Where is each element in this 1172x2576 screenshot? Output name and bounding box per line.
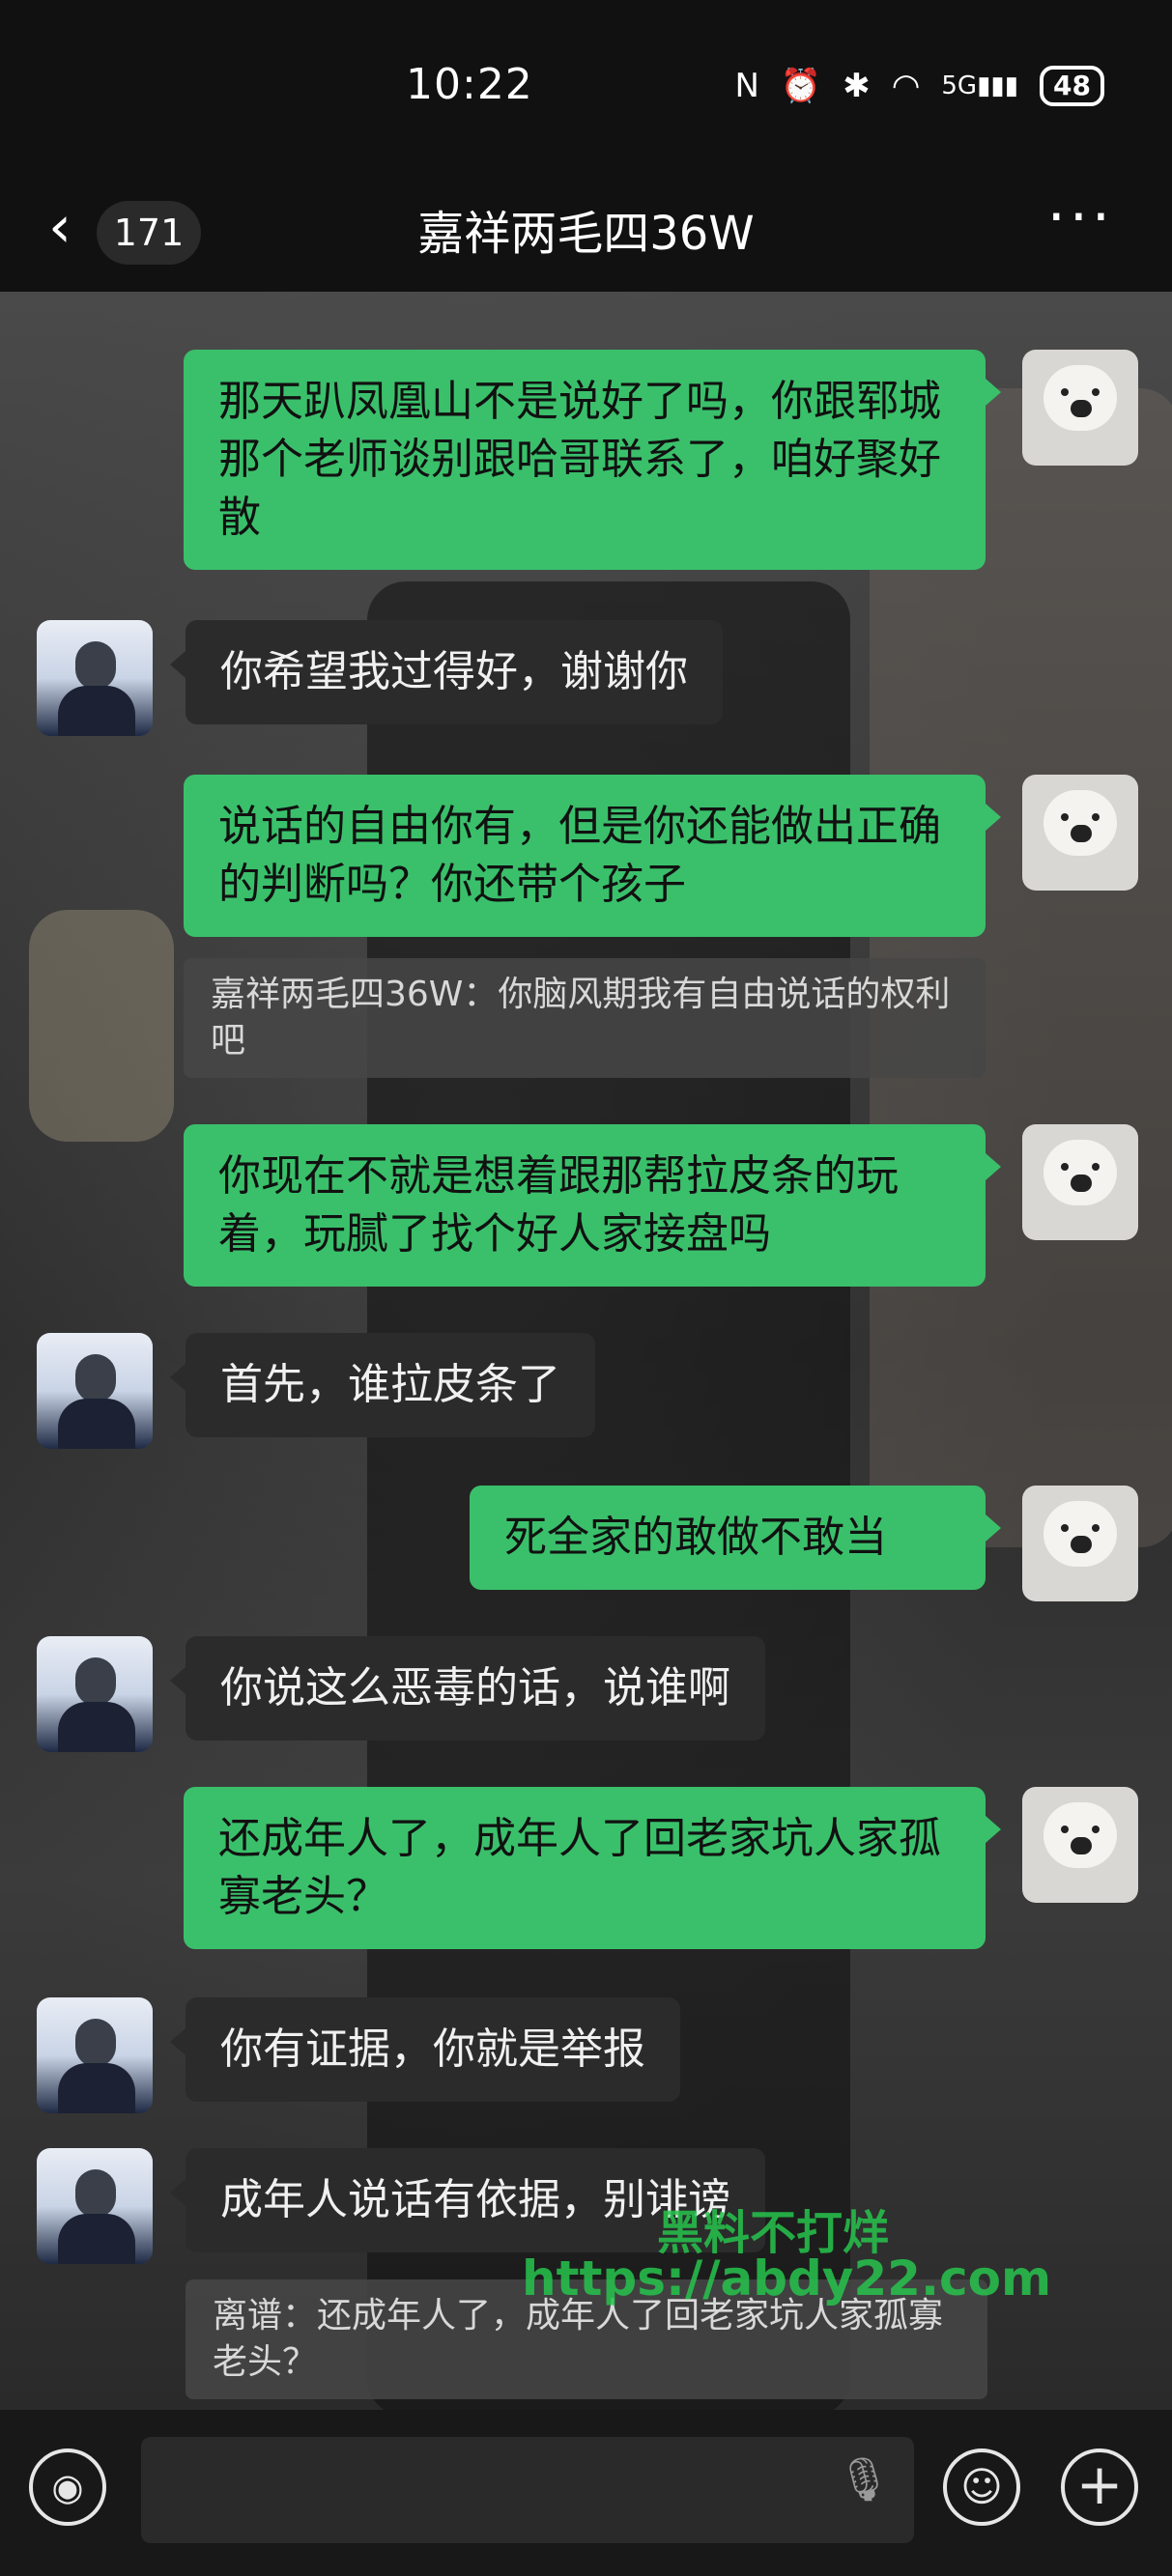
contact-avatar[interactable] <box>37 1333 153 1449</box>
contact-avatar[interactable] <box>37 1997 153 2113</box>
quoted-reply[interactable]: 嘉祥两毛四36W：你脑风期我有自由说话的权利吧 <box>184 958 986 1078</box>
message-outgoing[interactable]: 那天趴凤凰山不是说好了吗，你跟郓城那个老师谈别跟哈哥联系了，咱好聚好散 <box>184 350 986 570</box>
chat-area[interactable]: 那天趴凤凰山不是说好了吗，你跟郓城那个老师谈别跟哈哥联系了，咱好聚好散 你希望我… <box>0 292 1172 2410</box>
bubble-tail <box>986 379 1001 406</box>
bubble-tail <box>986 804 1001 831</box>
self-avatar[interactable] <box>1022 775 1138 891</box>
bubble-tail <box>170 651 186 678</box>
unread-count-badge[interactable]: 171 <box>97 201 201 265</box>
mic-icon[interactable]: 🎙 <box>837 2454 891 2505</box>
contact-avatar[interactable] <box>37 2148 153 2264</box>
voice-icon[interactable]: ◉ <box>29 2449 106 2526</box>
nfc-icon: N <box>734 67 759 105</box>
message-outgoing[interactable]: 你现在不就是想着跟那帮拉皮条的玩着，玩腻了找个好人家接盘吗 <box>184 1124 986 1287</box>
status-icons: N ⏰ ✱ ◠ 5G▮▮▮ 48 <box>734 66 1104 106</box>
bubble-tail <box>170 1364 186 1391</box>
message-outgoing[interactable]: 说话的自由你有，但是你还能做出正确的判断吗？你还带个孩子 <box>184 775 986 937</box>
self-avatar[interactable] <box>1022 350 1138 466</box>
message-incoming[interactable]: 你说这么恶毒的话，说谁啊 <box>186 1636 765 1741</box>
bubble-tail <box>986 1816 1001 1843</box>
message-outgoing[interactable]: 还成年人了，成年人了回老家坑人家孤寡老头？ <box>184 1787 986 1949</box>
watermark-url: https://abdy22.com <box>522 2250 1052 2307</box>
contact-avatar[interactable] <box>37 620 153 736</box>
self-avatar[interactable] <box>1022 1124 1138 1240</box>
plus-icon[interactable]: + <box>1061 2449 1138 2526</box>
message-input[interactable] <box>141 2437 914 2543</box>
contact-avatar[interactable] <box>37 1636 153 1752</box>
message-incoming[interactable]: 你希望我过得好，谢谢你 <box>186 620 723 724</box>
bubble-tail <box>170 2179 186 2206</box>
message-incoming[interactable]: 你有证据，你就是举报 <box>186 1997 680 2102</box>
battery-icon: 48 <box>1040 66 1104 106</box>
self-avatar[interactable] <box>1022 1486 1138 1601</box>
status-time: 10:22 <box>406 60 533 109</box>
bubble-tail <box>986 1514 1001 1542</box>
status-bar: 10:22 N ⏰ ✱ ◠ 5G▮▮▮ 48 <box>0 0 1172 174</box>
bubble-tail <box>170 2028 186 2055</box>
wallpaper-poster <box>29 910 174 1142</box>
bubble-tail <box>986 1153 1001 1180</box>
back-arrow-icon[interactable]: ‹ <box>48 193 71 261</box>
signal-icon: 5G▮▮▮ <box>941 71 1019 100</box>
alarm-icon: ⏰ <box>780 67 822 105</box>
message-incoming[interactable]: 首先，谁拉皮条了 <box>186 1333 595 1437</box>
chat-header: 嘉祥两毛四36W ‹ 171 ··· <box>0 174 1172 292</box>
emoji-icon[interactable]: ☺ <box>943 2449 1020 2526</box>
self-avatar[interactable] <box>1022 1787 1138 1903</box>
message-outgoing[interactable]: 死全家的敢做不敢当 <box>470 1486 986 1590</box>
more-icon[interactable]: ··· <box>1047 184 1114 251</box>
wifi-icon: ◠ <box>891 67 921 105</box>
bluetooth-icon: ✱ <box>843 67 871 105</box>
bubble-tail <box>170 1667 186 1694</box>
input-bar: ◉ 🎙 ☺ + <box>0 2410 1172 2576</box>
